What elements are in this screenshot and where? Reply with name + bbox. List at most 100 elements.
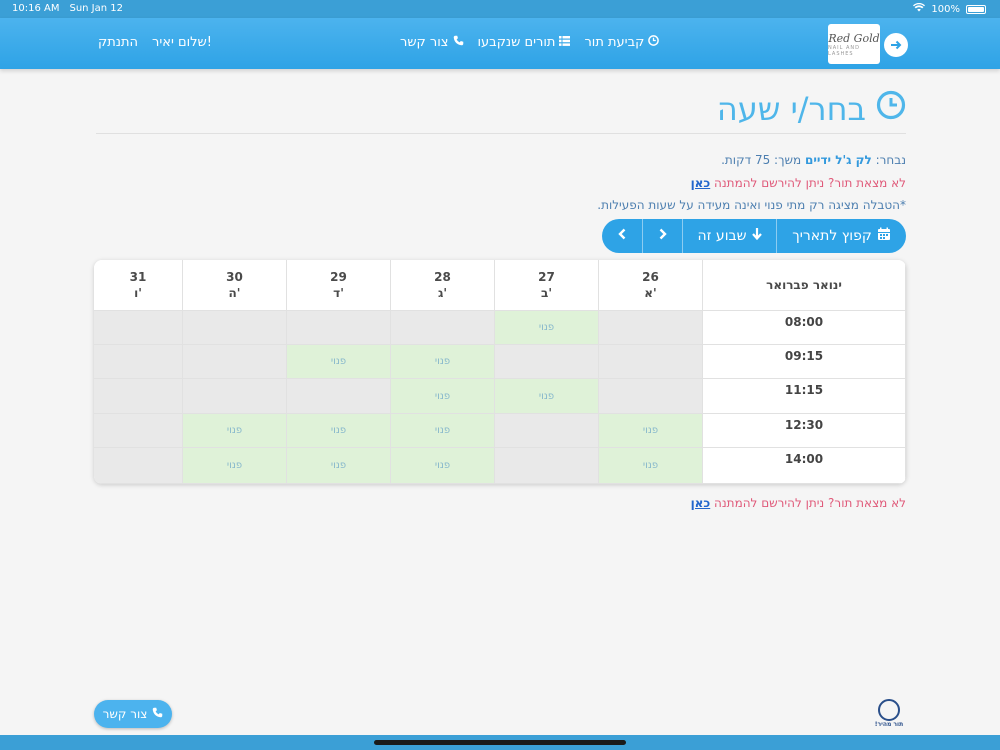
month-label: ינואר פברואר [766, 278, 842, 292]
logo-subtext: NAIL AND LASHES [828, 44, 861, 57]
free-slot[interactable]: פנוי [183, 448, 287, 484]
free-slot[interactable]: פנוי [391, 414, 495, 448]
unavailable-slot [599, 345, 703, 379]
free-slot-label: פנוי [330, 460, 347, 471]
selected-duration: משך: 75 דקות. [721, 153, 806, 167]
battery-percent: 100% [931, 3, 960, 15]
logout-link[interactable]: התנתק [98, 35, 138, 50]
nav-book-label: קביעת תור [584, 35, 645, 50]
day-header: 31 ו' [94, 260, 183, 311]
unavailable-slot [94, 414, 183, 448]
waitlist-text: לא מצאת תור? ניתן להירשם להמתנה [710, 176, 906, 190]
free-slot-label: פנוי [330, 356, 347, 367]
free-slot-label: פנוי [642, 425, 659, 436]
unavailable-slot [183, 379, 287, 414]
free-slot[interactable]: פנוי [391, 448, 495, 484]
day-name: ו' [134, 286, 142, 300]
unavailable-slot [183, 345, 287, 379]
time-slot-label: 11:15 [703, 379, 906, 414]
free-slot[interactable]: פנוי [495, 311, 599, 345]
selected-prefix: נבחר: [871, 153, 906, 167]
free-slot[interactable]: פנוי [183, 414, 287, 448]
wifi-icon [913, 2, 926, 15]
unavailable-slot [495, 448, 599, 484]
unavailable-slot [94, 311, 183, 345]
free-slot[interactable]: פנוי [495, 379, 599, 414]
day-number: 30 [226, 270, 243, 284]
greeting-text: שלום יאיר! [152, 35, 212, 50]
free-slot[interactable]: פנוי [599, 448, 703, 484]
time-slot-label: 14:00 [703, 448, 906, 484]
nav-contact[interactable]: צור קשר [400, 35, 464, 50]
day-header: 28 ג' [391, 260, 495, 311]
day-name: א' [644, 286, 657, 300]
unavailable-slot [183, 311, 287, 345]
unavailable-slot [94, 379, 183, 414]
free-slot[interactable]: פנוי [599, 414, 703, 448]
unavailable-slot [94, 345, 183, 379]
brand-text: תור מהיר! [874, 721, 904, 728]
selected-service: לק ג'ל ידיים [805, 153, 872, 167]
free-slot[interactable]: פנוי [287, 448, 391, 484]
day-number: 27 [538, 270, 555, 284]
previous-week-button[interactable] [602, 219, 642, 253]
waitlist-text-bottom: לא מצאת תור? ניתן להירשם להמתנה [710, 496, 906, 510]
phone-icon [152, 707, 163, 721]
time-label: 08:00 [784, 315, 824, 329]
arrow-down-icon [751, 228, 762, 244]
free-slot-label: פנוי [226, 425, 243, 436]
waitlist-line-bottom: לא מצאת תור? ניתן להירשם להמתנה כאן [691, 496, 906, 510]
day-number: 28 [434, 270, 451, 284]
week-controls: קפוץ לתאריך שבוע זה [602, 219, 906, 253]
time-label: 11:15 [784, 383, 824, 397]
calendar-icon [877, 227, 891, 245]
nav-contact-label: צור קשר [400, 35, 449, 50]
jump-to-date-button[interactable]: קפוץ לתאריך [776, 219, 906, 253]
free-slot-label: פנוי [434, 460, 451, 471]
day-name: ג' [437, 286, 448, 300]
schedule-table: ינואר פברואר 26 א' 27 ב' 28 ג' 29 ד' 30 ה' 31 ו' 08:0… [94, 260, 906, 484]
chevron-left-icon [618, 228, 626, 244]
top-navbar: התנתק שלום יאיר! קביעת תור תורים שנקבעו … [0, 18, 1000, 69]
selected-service-line: נבחר: לק ג'ל ידיים משך: 75 דקות. [721, 153, 906, 167]
unavailable-slot [495, 345, 599, 379]
list-icon [559, 35, 571, 50]
nav-booked-appointments[interactable]: תורים שנקבעו [478, 35, 571, 50]
page-title: בחר/י שעה [717, 90, 906, 128]
phone-icon [453, 35, 464, 50]
free-slot-label: פנוי [538, 390, 555, 402]
chevron-right-icon [659, 228, 667, 244]
jump-to-date-label: קפוץ לתאריך [792, 228, 872, 244]
free-slot[interactable]: פנוי [391, 379, 495, 414]
status-bar: 10:16 AM Sun Jan 12 100% [0, 0, 1000, 18]
title-divider [96, 133, 906, 134]
waitlist-link-bottom[interactable]: כאן [691, 496, 711, 510]
day-number: 26 [642, 270, 659, 284]
time-slot-label: 08:00 [703, 311, 906, 345]
free-slot[interactable]: פנוי [287, 414, 391, 448]
free-slot-label: פנוי [434, 425, 451, 436]
this-week-button[interactable]: שבוע זה [682, 219, 776, 253]
contact-button[interactable]: צור קשר [94, 700, 172, 728]
contact-button-label: צור קשר [102, 707, 148, 721]
day-name: ה' [228, 286, 241, 300]
day-header: 30 ה' [183, 260, 287, 311]
nav-book-appointment[interactable]: קביעת תור [584, 35, 660, 50]
free-slot-label: פנוי [538, 322, 555, 333]
unavailable-slot [495, 414, 599, 448]
waitlist-link[interactable]: כאן [691, 176, 711, 190]
nav-booked-label: תורים שנקבעו [477, 35, 556, 50]
nav-forward-arrow-icon[interactable] [884, 33, 908, 57]
home-indicator[interactable] [374, 740, 626, 745]
app-brand-icon[interactable]: תור מהיר! [872, 699, 906, 735]
time-label: 14:00 [784, 452, 824, 466]
day-header: 26 א' [599, 260, 703, 311]
day-number: 31 [129, 270, 147, 284]
free-slot[interactable]: פנוי [391, 345, 495, 379]
free-slot[interactable]: פנוי [287, 345, 391, 379]
brand-logo[interactable]: Red Gold NAIL AND LASHES [828, 24, 880, 64]
clock-title-icon [876, 90, 906, 128]
time-label: 09:15 [784, 349, 824, 363]
next-week-button[interactable] [642, 219, 682, 253]
status-time: 10:16 AM [12, 3, 60, 14]
